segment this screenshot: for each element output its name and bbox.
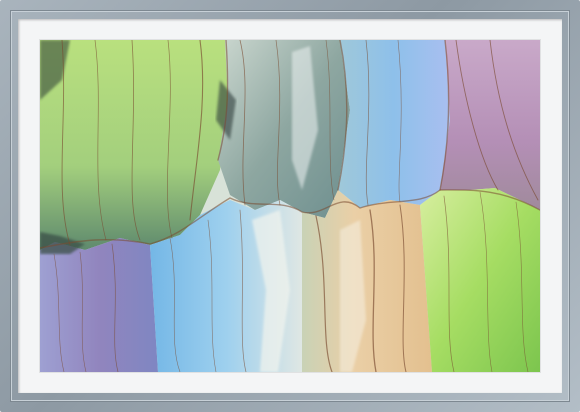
blue-wash	[338, 40, 450, 208]
lime-wash	[420, 188, 540, 372]
rose-wash	[440, 40, 540, 210]
violet-wash	[40, 238, 158, 372]
sand-wash	[302, 190, 432, 372]
picture-frame	[0, 0, 580, 412]
abstract-ink-painting	[40, 40, 540, 372]
